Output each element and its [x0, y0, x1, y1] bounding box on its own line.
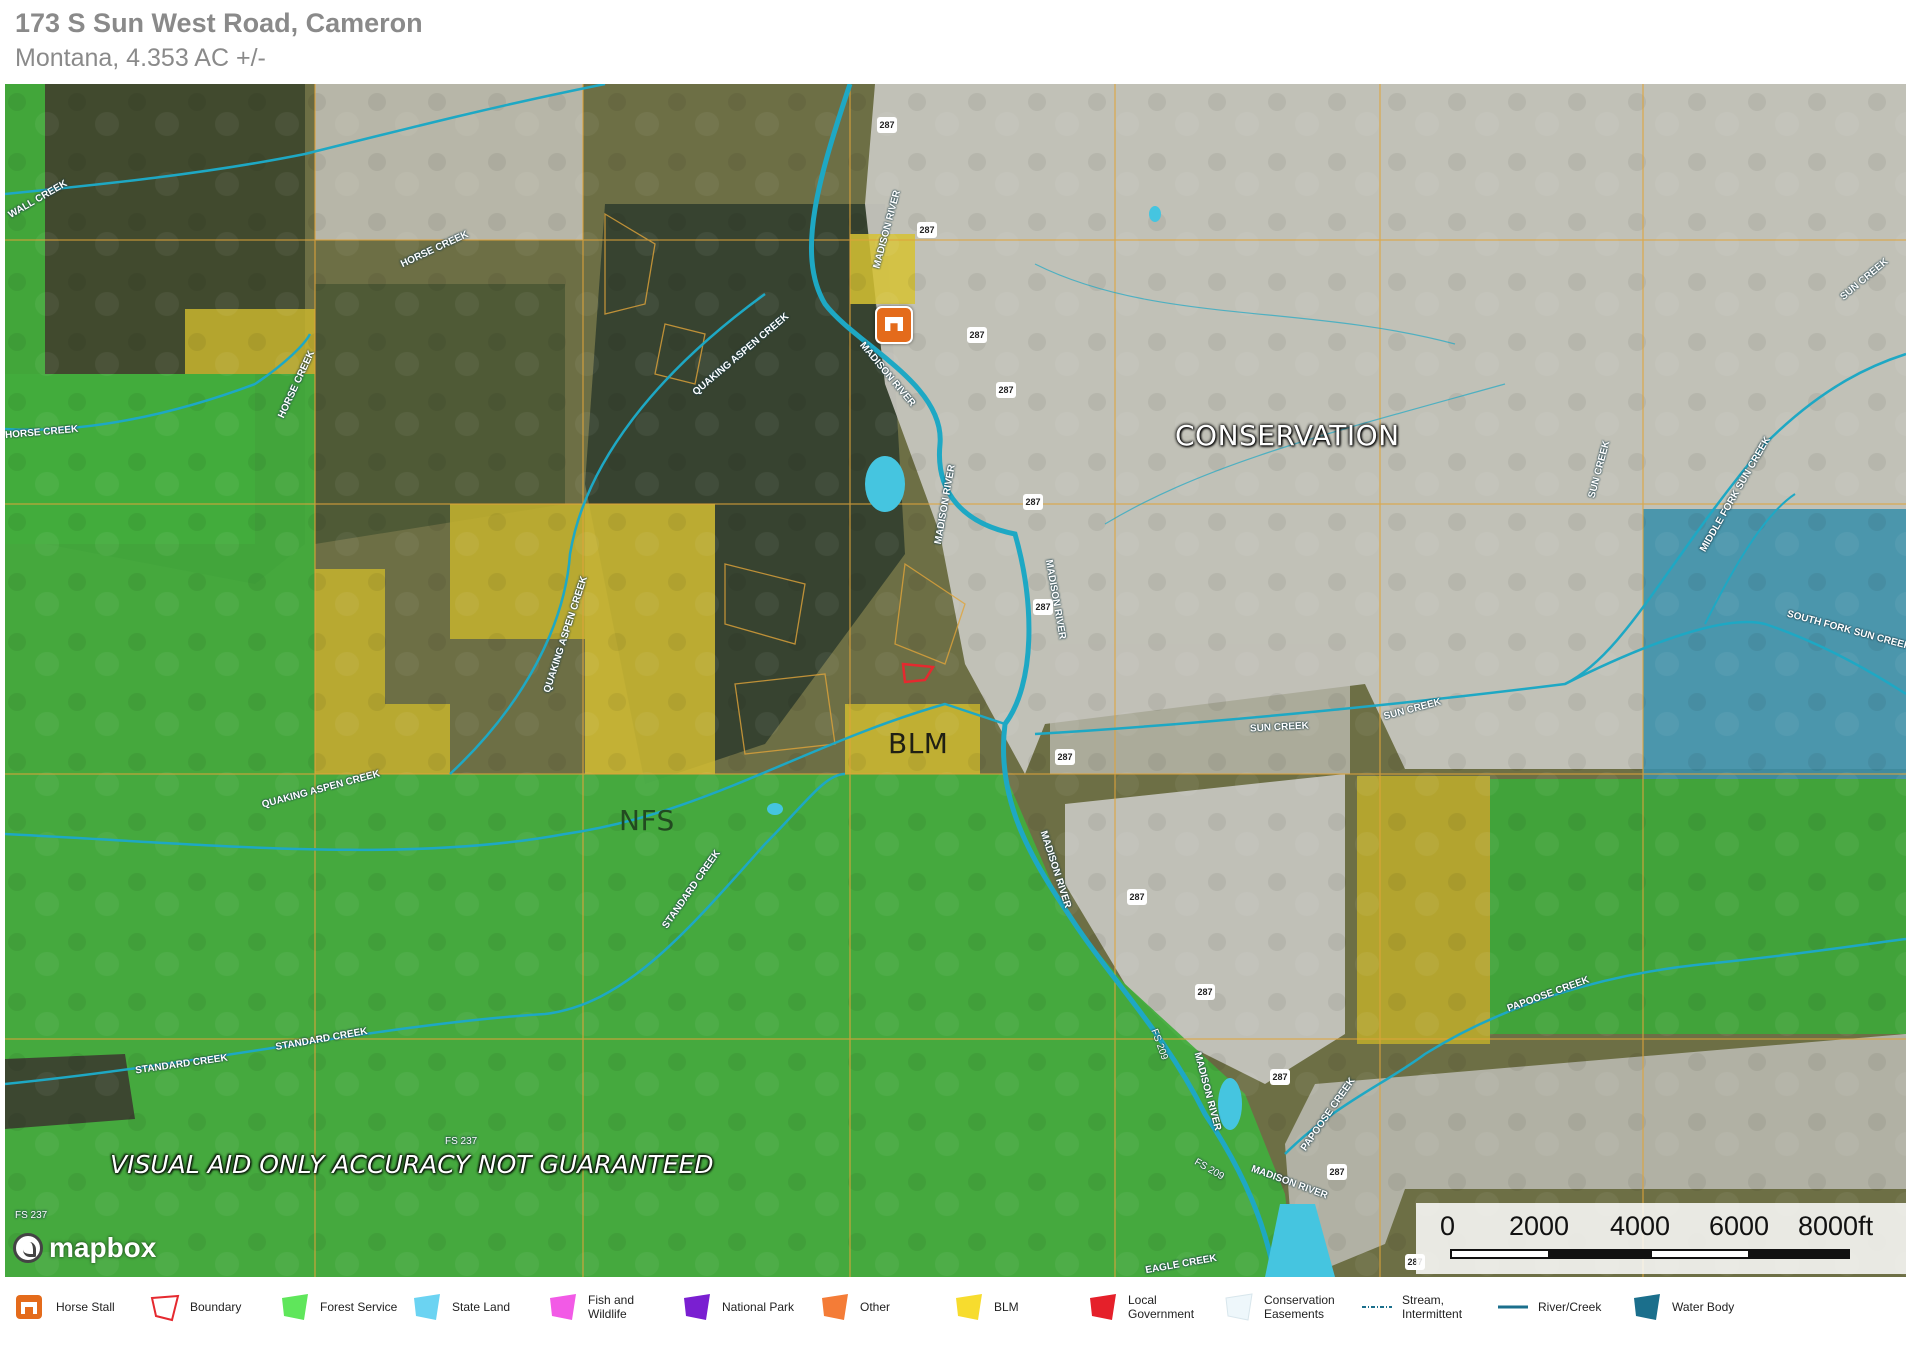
legend-item-forest-service: Forest Service	[278, 1292, 400, 1322]
property-subtitle: Montana, 4.353 AC +/-	[15, 44, 266, 72]
legend-item-conservation-easements: Conservation Easements	[1222, 1292, 1344, 1322]
highway-287-shield: 287	[917, 222, 937, 238]
property-title: 173 S Sun West Road, Cameron	[15, 8, 423, 38]
road-label: FS 237	[445, 1136, 478, 1147]
mapbox-attribution[interactable]: mapbox	[13, 1232, 156, 1264]
river-creek-icon	[1498, 1305, 1528, 1309]
scale-segment	[1450, 1249, 1550, 1259]
road-label: FS 237	[15, 1210, 48, 1221]
horse-stall-icon	[16, 1295, 42, 1319]
boundary-icon	[150, 1294, 180, 1322]
legend-item-river-creek: River/Creek	[1496, 1292, 1618, 1322]
highway-287-shield: 287	[1327, 1164, 1347, 1180]
stream-intermittent-icon	[1362, 1306, 1392, 1308]
scale-segment	[1550, 1249, 1650, 1259]
local-government-icon	[1090, 1294, 1116, 1320]
highway-287-shield: 287	[877, 117, 897, 133]
legend-item-boundary: Boundary	[148, 1292, 270, 1322]
legend-item-national-park: National Park	[680, 1292, 802, 1322]
highway-287-shield: 287	[1023, 494, 1043, 510]
scale-tick-label: 2000	[1509, 1211, 1570, 1241]
map-layers	[5, 84, 1906, 1277]
highway-287-shield: 287	[996, 382, 1016, 398]
water-body	[865, 456, 905, 512]
blm-icon	[956, 1294, 982, 1320]
conservation-label: CONSERVATION	[1175, 419, 1400, 452]
scale-tick-label: 4000	[1610, 1211, 1671, 1241]
legend-item-blm: BLM	[952, 1292, 1074, 1322]
legend-item-water-body: Water Body	[1630, 1292, 1752, 1322]
forest-service-icon	[282, 1294, 308, 1320]
map-canvas[interactable]: CONSERVATION BLM NFS HORSE CREEK HORSE C…	[5, 84, 1906, 1277]
scale-bar: 0 2000 4000 6000 8000ft	[1416, 1203, 1906, 1274]
highway-287-shield: 287	[1055, 749, 1075, 765]
highway-287-shield: 287	[1033, 599, 1053, 615]
highway-287-shield: 287	[1270, 1069, 1290, 1085]
fish-wildlife-icon	[550, 1294, 576, 1320]
scale-tick-label: 6000	[1709, 1211, 1770, 1241]
highway-287-shield: 287	[1195, 984, 1215, 1000]
legend-item-stream-intermittent: Stream, Intermittent	[1360, 1292, 1482, 1322]
mapbox-logo-icon	[13, 1233, 43, 1263]
state-land-icon	[414, 1294, 440, 1320]
highway-287-shield: 287	[967, 327, 987, 343]
blm-label: BLM	[888, 727, 949, 760]
water-body	[767, 803, 783, 815]
scale-segment	[1750, 1249, 1850, 1259]
conservation-easements-icon	[1225, 1293, 1253, 1321]
water-body-icon	[1634, 1294, 1660, 1320]
legend-item-local-government: Local Government	[1086, 1292, 1208, 1322]
other-icon	[822, 1294, 848, 1320]
legend-item-horse-stall: Horse Stall	[14, 1292, 136, 1322]
legend-item-fish-wildlife: Fish and Wildlife	[546, 1292, 668, 1322]
national-park-icon	[684, 1294, 710, 1320]
legend-item-other: Other	[818, 1292, 940, 1322]
horse-stall-marker[interactable]	[875, 306, 913, 344]
scale-tick-label: 8000ft	[1798, 1211, 1874, 1241]
water-body	[1149, 206, 1161, 222]
legend-item-state-land: State Land	[410, 1292, 532, 1322]
nfs-label: NFS	[619, 804, 675, 837]
highway-287-shield: 287	[1127, 889, 1147, 905]
disclaimer-text: VISUAL AID ONLY ACCURACY NOT GUARANTEED	[110, 1150, 714, 1179]
scale-segment	[1650, 1249, 1750, 1259]
scale-tick-label: 0	[1440, 1211, 1456, 1241]
water-body	[1218, 1078, 1242, 1130]
map-legend: Horse Stall Boundary Forest Service Stat…	[0, 1280, 1911, 1351]
